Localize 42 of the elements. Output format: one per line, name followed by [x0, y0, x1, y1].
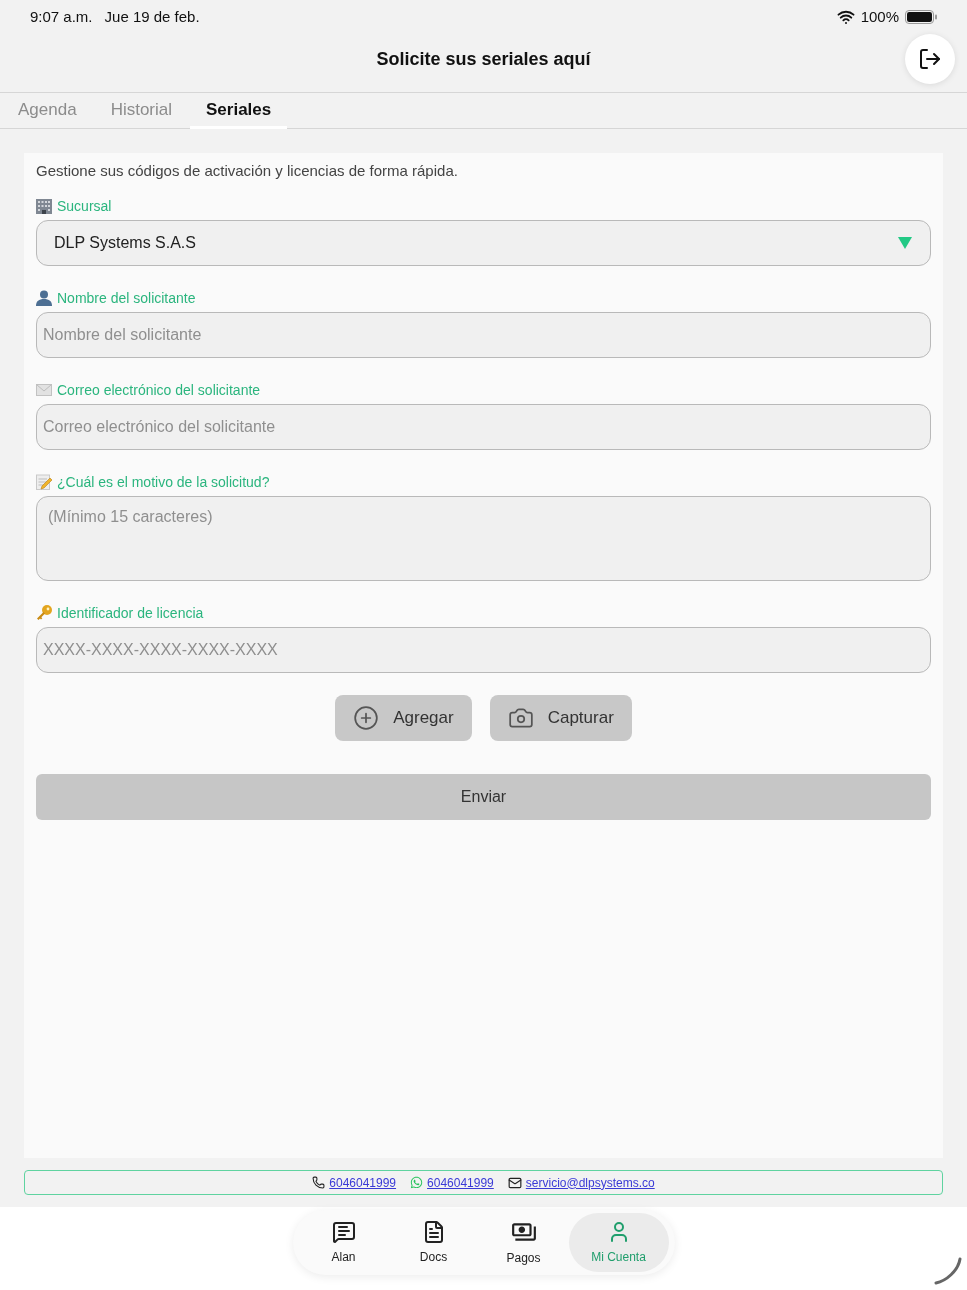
nav-item[interactable]: Alan: [298, 1213, 389, 1272]
email-link[interactable]: servicio@dlpsystems.co: [525, 1173, 655, 1192]
input-field[interactable]: Correo electrónico del solicitante: [36, 404, 931, 450]
wifi-icon: [836, 8, 855, 26]
form-description: Gestione sus códigos de activación y licencias de forma rápida.: [36, 161, 459, 181]
status-date: Jue 19 de feb.: [104, 6, 200, 27]
loading-spinner-icon: [934, 1257, 962, 1285]
submit-button[interactable]: Enviar: [36, 774, 931, 820]
dropdown-triangle-icon: [898, 237, 912, 249]
field-label: ¿Cuál es el motivo de la solicitud?: [57, 472, 270, 492]
input-field[interactable]: Nombre del solicitante: [36, 312, 931, 358]
phone-link[interactable]: 6046041999: [427, 1173, 494, 1192]
action-button[interactable]: Capturar: [489, 695, 632, 741]
logout-button[interactable]: [905, 34, 955, 84]
person-icon: [36, 290, 52, 306]
mail-icon: [507, 1175, 522, 1190]
tab[interactable]: Seriales: [190, 93, 288, 129]
input-field[interactable]: XXXX-XXXX-XXXX-XXXX-XXXX: [36, 627, 931, 673]
whatsapp-icon: [410, 1176, 424, 1189]
envelope-icon: [36, 384, 52, 396]
nav-item[interactable]: Docs: [388, 1213, 479, 1272]
textarea-field[interactable]: (Mínimo 15 caracteres): [36, 496, 931, 581]
nav-item[interactable]: Pagos: [478, 1213, 569, 1272]
phone-icon: [312, 1176, 326, 1189]
field-label: Identificador de licencia: [57, 603, 204, 623]
select-field[interactable]: DLP Systems S.A.S: [36, 220, 931, 266]
building-icon: [36, 198, 52, 214]
memo-pencil-icon: [36, 474, 52, 490]
battery-percent: 100%: [860, 6, 899, 27]
camera-icon: [507, 705, 534, 731]
field-label: Nombre del solicitante: [57, 288, 196, 308]
chat-icon: [331, 1219, 356, 1244]
phone-link[interactable]: 6046041999: [329, 1173, 397, 1192]
battery-icon: [905, 10, 937, 24]
plus-circle-icon: [353, 705, 380, 731]
page-title: Solicite sus seriales aquí: [376, 47, 591, 71]
key-icon: [36, 605, 52, 621]
field-label: Sucursal: [57, 196, 112, 216]
logout-icon: [918, 47, 942, 71]
action-button[interactable]: Agregar: [335, 695, 472, 741]
field-label: Correo electrónico del solicitante: [57, 380, 261, 400]
status-time: 9:07 a.m.: [30, 6, 93, 27]
